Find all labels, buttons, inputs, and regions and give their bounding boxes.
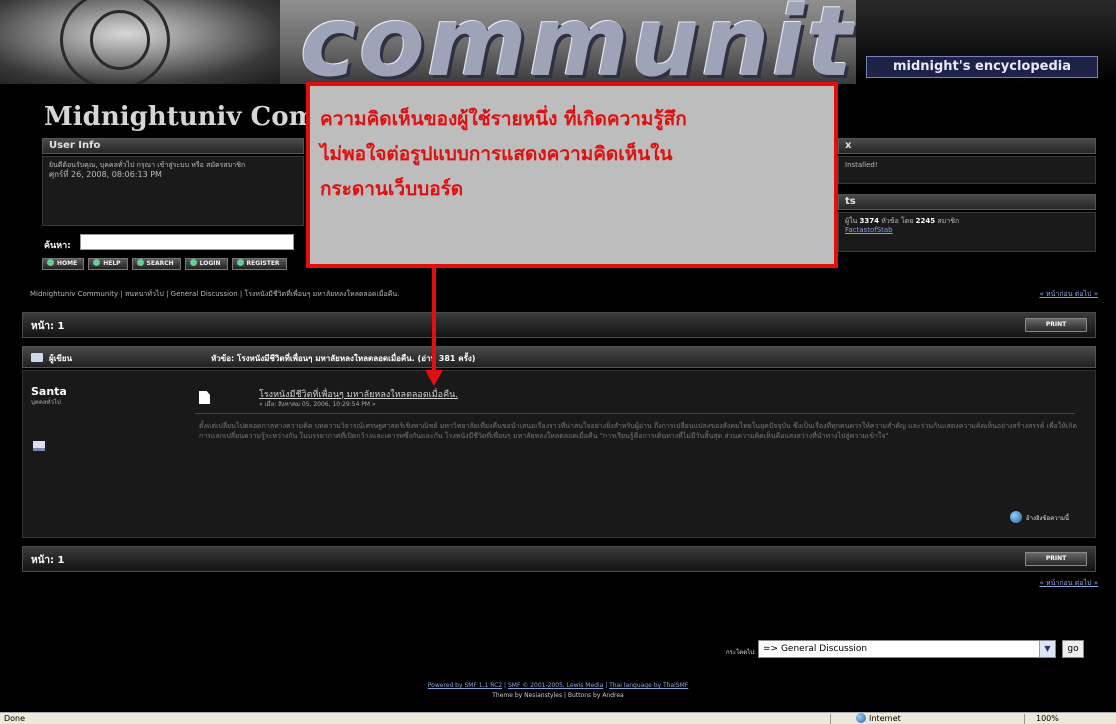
welcome-text: ยินดีต้อนรับคุณ, บุคคลทั่วไป กรุณา เข้าส… (49, 161, 246, 169)
print-button-bottom[interactable]: PRINT (1025, 552, 1087, 566)
quote-button[interactable]: อ้างอิงข้อความนี้ (1010, 511, 1069, 523)
search-label: ค้นหา: (44, 241, 71, 251)
zoom-level[interactable]: 100% (1036, 713, 1059, 724)
footer-theme: Theme by Nesianstyles | Buttons by Andre… (492, 692, 624, 699)
post-date: « เมื่อ: สิงหาคม 05, 2006, 10:29:54 PM » (259, 401, 376, 408)
callout-arrowhead (425, 370, 443, 386)
jump-label: กระโดดไป: (726, 649, 756, 656)
poster-rank: บุคคลทั่วไป (31, 399, 61, 406)
post: Santa บุคคลทั่วไป โรงหนังมีชีวิตที่เพื่อ… (22, 370, 1096, 538)
user-info-heading: User Info (42, 138, 304, 154)
register-icon (236, 259, 244, 266)
site-banner: community midnight's encyclopedia (0, 0, 1116, 84)
register-button[interactable]: REGISTER (231, 258, 287, 270)
prev-next-links-top[interactable]: « หน้าก่อน ต่อไป » (1039, 289, 1098, 300)
login-button[interactable]: LOGIN (184, 258, 228, 270)
folder-icon (31, 353, 43, 362)
site-title: Midnightuniv Comn (44, 102, 336, 132)
banner-tagline: midnight's encyclopedia (866, 56, 1098, 78)
home-button[interactable]: HOME (42, 258, 85, 270)
search-icon (136, 259, 144, 266)
go-button[interactable]: go (1062, 640, 1084, 658)
callout-arrow (432, 268, 436, 374)
stats-members: 2245 (915, 217, 936, 225)
footer-links: Powered by SMF 1.1 RC2 | SMF © 2001-2005… (427, 682, 689, 689)
breadcrumb[interactable]: Midnightuniv Community | สนทนาทั่วไป | G… (30, 289, 399, 300)
stats-suffix: สมาชิก (937, 217, 960, 225)
post-divider (195, 413, 1075, 414)
powered-link[interactable]: Powered by SMF 1.1 RC2 (428, 682, 502, 689)
status-text: Done (4, 714, 26, 723)
help-icon (93, 259, 101, 266)
jump-select[interactable]: => General Discussion ▼ (758, 640, 1056, 658)
prev-next-links-bottom[interactable]: « หน้าก่อน ต่อไป » (1039, 578, 1098, 589)
computer-icon (33, 441, 45, 451)
thai-link[interactable]: Thai language by ThaiSMF (609, 682, 688, 689)
nav-buttons: HOME HELP SEARCH LOGIN REGISTER (42, 258, 287, 270)
latest-member-link[interactable]: FactastofStab (845, 226, 893, 234)
user-info-panel: ยินดีต้อนรับคุณ, บุคคลทั่วไป กรุณา เข้าส… (42, 156, 304, 226)
page-bar-bottom: หน้า: 1 PRINT (22, 546, 1096, 572)
current-date: ศุกร์ที่ 26, 2008, 08:06:13 PM (49, 170, 162, 179)
search-input[interactable] (80, 234, 294, 250)
chevron-down-icon[interactable]: ▼ (1039, 641, 1055, 657)
news-panel: Installed! (838, 156, 1096, 184)
thread-header: ผู้เขียน หัวข้อ: โรงหนังมีชีวิตที่เพื่อน… (22, 346, 1096, 368)
globe-icon (856, 713, 866, 723)
browser-status-bar: Done Internet 100% (0, 712, 1116, 724)
home-icon (47, 259, 54, 266)
security-zone: Internet (856, 713, 901, 724)
callout-line-3: กระดานเว็บบอร์ด (320, 178, 464, 200)
document-icon (199, 391, 210, 404)
banner-wordmark: community (300, 0, 919, 84)
print-button[interactable]: PRINT (1025, 318, 1087, 332)
page-number-label-bottom: หน้า: 1 (31, 555, 65, 566)
search-button[interactable]: SEARCH (131, 258, 181, 270)
jump-selected-value: => General Discussion (763, 644, 868, 654)
stats-panel: ผู้ใน 3374 หัวข้อ โดย 2245 สมาชิก Factas… (838, 212, 1096, 252)
annotation-callout: ความคิดเห็นของผู้ใช้รายหนึ่ง ที่เกิดความ… (306, 82, 838, 268)
callout-line-2: ไม่พอใจต่อรูปแบบการแสดงความคิดเห็นใน (320, 143, 673, 165)
news-heading: x (838, 138, 1096, 154)
stats-heading: ts (838, 194, 1096, 210)
callout-line-1: ความคิดเห็นของผู้ใช้รายหนึ่ง ที่เกิดความ… (320, 108, 687, 130)
news-text: Installed! (845, 161, 878, 169)
quote-icon (1010, 511, 1023, 523)
help-button[interactable]: HELP (88, 258, 128, 270)
author-column-label: ผู้เขียน (49, 354, 73, 363)
post-body: ตั้งแต่เปลี่ยนไปตลอดกาลทางความคิด บทความ… (199, 422, 1078, 440)
stats-prefix: ผู้ใน (845, 217, 858, 225)
page-number-label: หน้า: 1 (31, 321, 65, 332)
page-bar-top: หน้า: 1 PRINT (22, 312, 1096, 338)
smf-link[interactable]: SMF © 2001-2005, Lewis Media (508, 682, 603, 689)
login-icon (189, 259, 197, 266)
banner-artwork (0, 0, 280, 84)
stats-posts: 3374 (859, 217, 880, 225)
stats-mid: หัวข้อ โดย (881, 217, 914, 225)
